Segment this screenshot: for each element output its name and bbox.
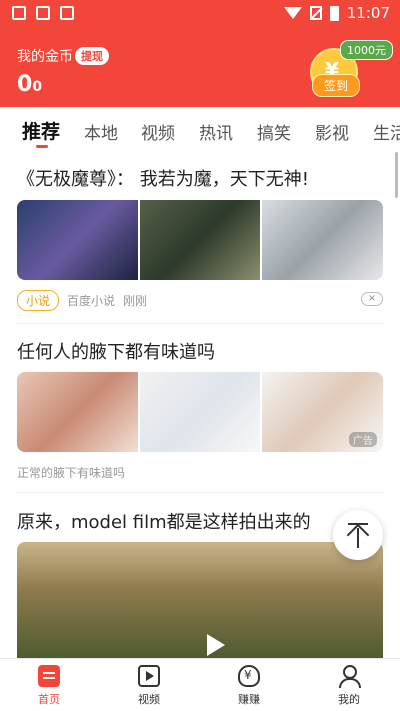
thumbnail-image: [262, 200, 383, 280]
nav-home[interactable]: 首页: [19, 665, 79, 707]
arrow-stem: [357, 528, 359, 548]
thumbnail-image: [17, 372, 138, 452]
back-to-top-button[interactable]: [333, 510, 383, 560]
coin-amount-value: 0: [17, 72, 33, 97]
wifi-icon: [283, 7, 302, 19]
video-thumbnail[interactable]: [17, 542, 383, 660]
tab-news[interactable]: 热讯: [199, 119, 233, 144]
tab-life[interactable]: 生活: [373, 119, 400, 144]
nav-me[interactable]: 我的: [319, 665, 379, 707]
withdraw-button[interactable]: 提现: [75, 47, 109, 65]
tab-film[interactable]: 影视: [315, 119, 349, 144]
notification-icon: [12, 6, 26, 20]
thumbnail-image: [139, 200, 261, 280]
nav-me-label: 我的: [338, 693, 360, 706]
money-bag-icon: [238, 665, 260, 687]
coin-title: 我的金币: [17, 49, 73, 65]
nav-earn[interactable]: 赚赚: [219, 665, 279, 707]
status-right-icons: 11:07: [283, 4, 390, 22]
bonus-badge: 1000元: [340, 40, 393, 60]
article-title-1[interactable]: 《无极魔尊》： 我若为魔，天下无神!: [17, 165, 309, 191]
nav-video[interactable]: 视频: [119, 665, 179, 707]
app-icon: [60, 6, 74, 20]
scrollbar[interactable]: [395, 152, 398, 198]
ad-label: 广告: [349, 432, 378, 447]
tab-funny[interactable]: 搞笑: [257, 119, 291, 144]
divider: [17, 323, 383, 324]
coin-amount: 00: [17, 72, 42, 97]
thumbnail-image: [139, 372, 261, 452]
article-images-2[interactable]: 广告: [17, 372, 383, 452]
status-time: 11:07: [346, 4, 390, 22]
tab-recommend[interactable]: 推荐: [22, 117, 60, 144]
play-icon[interactable]: [207, 634, 225, 656]
gallery-icon: [36, 6, 50, 20]
tab-video[interactable]: 视频: [141, 119, 175, 144]
article-title-2[interactable]: 任何人的腋下都有味道吗: [17, 338, 215, 364]
user-icon: [338, 665, 361, 688]
coin-amount-suffix: 0: [32, 79, 43, 95]
article-meta-1: 小说 百度小说 刚刚: [17, 290, 147, 311]
home-icon: [38, 665, 60, 687]
tab-local[interactable]: 本地: [84, 119, 118, 144]
status-left-icons: [12, 6, 74, 20]
tab-indicator: [36, 145, 48, 148]
no-sim-icon: [309, 6, 322, 20]
article-images-1[interactable]: [17, 200, 383, 280]
article-source: 百度小说: [67, 294, 116, 308]
article-time: 刚刚: [123, 294, 148, 308]
checkin-button[interactable]: 签到: [312, 74, 360, 97]
dismiss-button[interactable]: ×: [361, 292, 383, 306]
category-tabs: 推荐 本地 视频 热讯 搞笑 影视 生活: [0, 107, 400, 153]
nav-earn-label: 赚赚: [238, 693, 260, 706]
article-meta-2: 正常的腋下有味道吗: [17, 464, 125, 481]
video-icon: [138, 665, 160, 687]
thumbnail-image: [17, 200, 138, 280]
article-title-3[interactable]: 原来，model film都是这样拍出来的: [17, 508, 311, 534]
battery-icon: [329, 5, 339, 21]
divider: [17, 492, 383, 493]
tag-badge: 小说: [17, 290, 60, 311]
thumbnail-image: 广告: [262, 372, 383, 452]
status-bar: 11:07: [0, 0, 400, 28]
coin-header: 我的金币 提现 00 ¥ 1000元 签到: [0, 28, 400, 107]
article-description: 正常的腋下有味道吗: [17, 466, 126, 480]
nav-video-label: 视频: [138, 693, 160, 706]
bottom-nav: 首页 视频 赚赚 我的: [0, 658, 400, 711]
nav-home-label: 首页: [38, 693, 60, 706]
